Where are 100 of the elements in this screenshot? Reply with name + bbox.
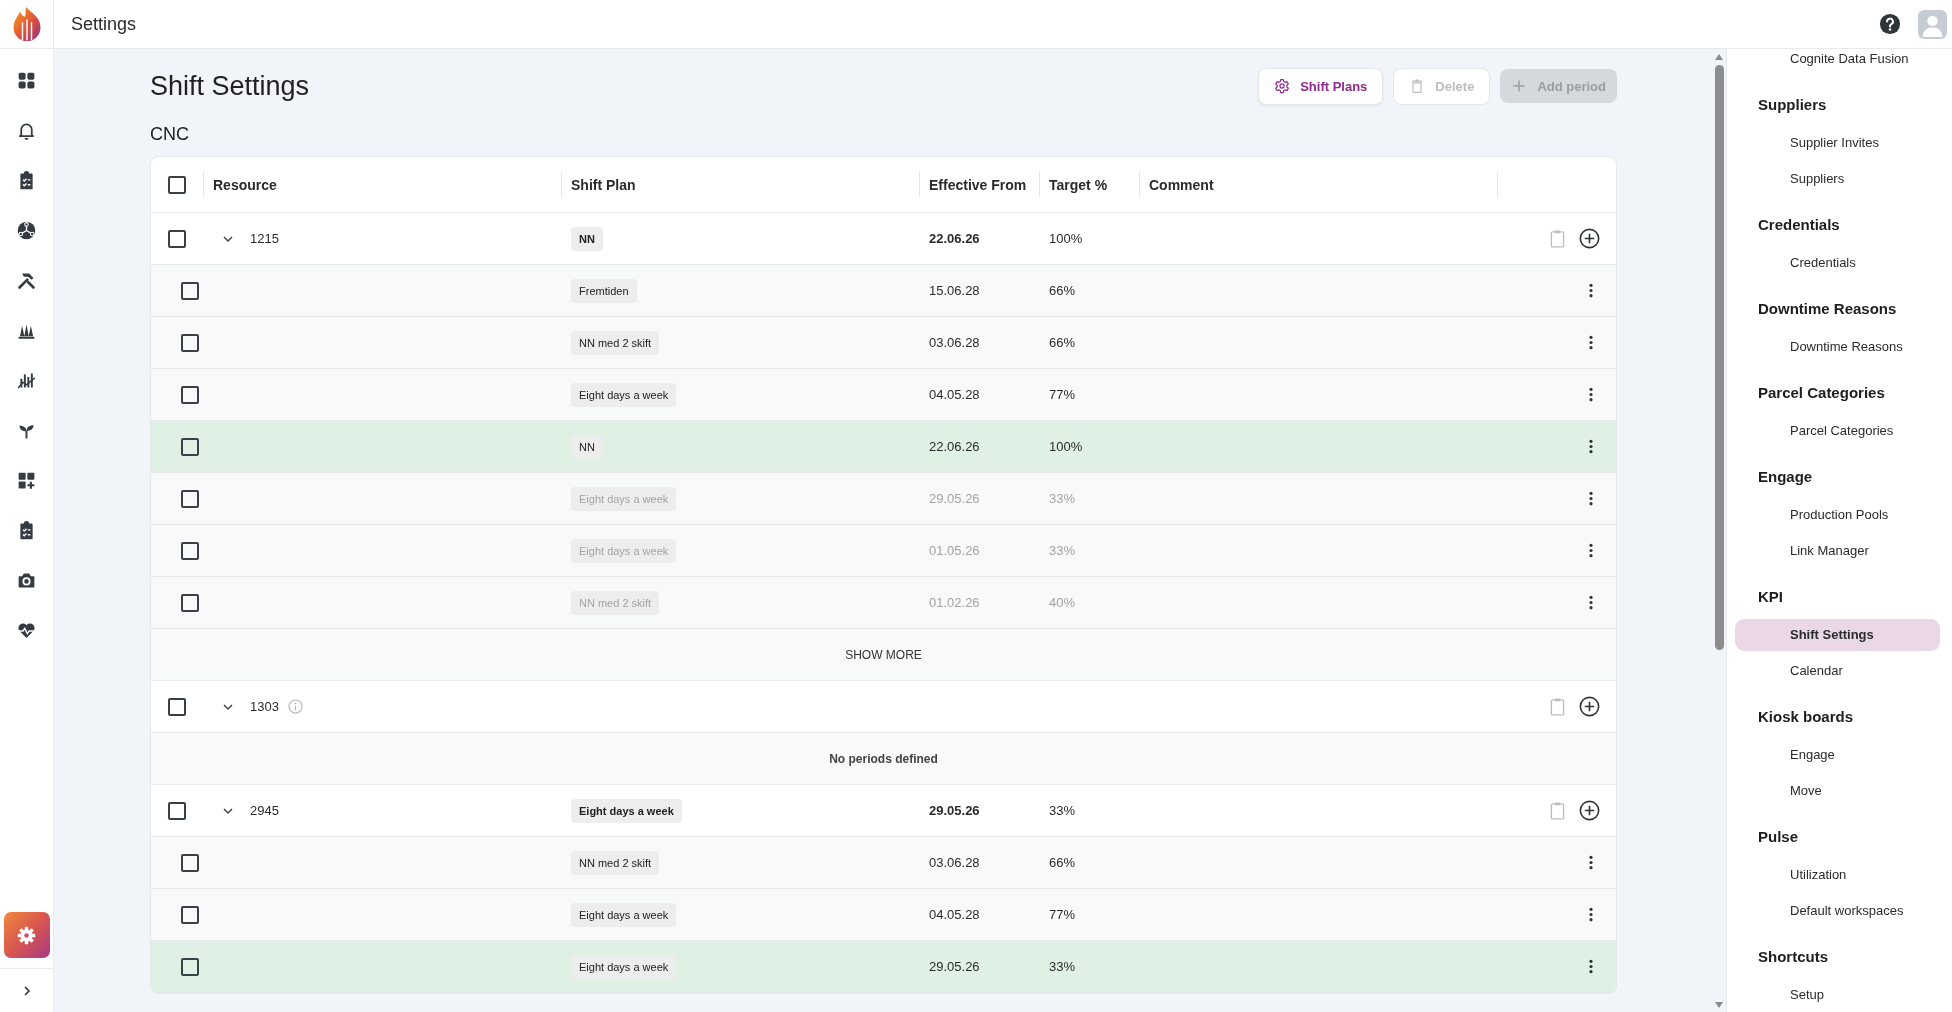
section-title: CNC <box>150 123 189 146</box>
checkbox[interactable] <box>181 489 199 508</box>
more-icon[interactable] <box>1589 855 1593 870</box>
nav-item[interactable]: Engage <box>1735 739 1940 771</box>
nav-item[interactable]: Default workspaces <box>1735 895 1940 927</box>
nav-group-title: Kiosk boards <box>1757 707 1855 727</box>
scroll-down-icon[interactable] <box>1715 1002 1723 1008</box>
more-icon[interactable] <box>1589 335 1593 350</box>
nav-item[interactable]: Calendar <box>1735 655 1940 687</box>
add-circle-icon[interactable] <box>1579 800 1600 821</box>
effective-date: 04.05.28 <box>929 387 980 402</box>
nav-item[interactable]: Production Pools <box>1735 499 1940 531</box>
clipboard-icon[interactable] <box>1550 229 1565 248</box>
column-header[interactable]: Comment <box>1139 157 1497 212</box>
app-title: Settings <box>71 13 137 35</box>
nav-group-title: Pulse <box>1757 827 1800 847</box>
target-percent: 66% <box>1049 855 1076 870</box>
target-percent: 77% <box>1049 387 1076 402</box>
checkbox[interactable] <box>168 801 186 820</box>
more-icon[interactable] <box>1589 907 1593 922</box>
shift-plan-tag: NN <box>571 226 603 251</box>
shift-plan-tag: Eight days a week <box>571 538 677 563</box>
more-icon[interactable] <box>1589 543 1593 558</box>
nav-group-title: Suppliers <box>1757 95 1828 115</box>
checkbox[interactable] <box>181 437 199 456</box>
checkbox[interactable] <box>181 905 199 924</box>
nav-item[interactable]: Parcel Categories <box>1735 415 1940 447</box>
nav-item[interactable]: Link Manager <box>1735 535 1940 567</box>
nav-item[interactable]: Supplier Invites <box>1735 127 1940 159</box>
nav-item[interactable]: Move <box>1735 775 1940 807</box>
effective-date: 22.06.26 <box>929 439 980 454</box>
help-icon[interactable] <box>1879 13 1901 35</box>
nav-group-title: Engage <box>1757 467 1814 487</box>
column-header[interactable]: Effective From <box>919 157 1039 212</box>
effective-date: 03.06.28 <box>929 855 980 870</box>
checkbox[interactable] <box>181 957 199 976</box>
checkbox[interactable] <box>181 541 199 560</box>
shift-plan-tag: Eight days a week <box>571 382 677 407</box>
shift-plan-tag: Eight days a week <box>571 954 677 979</box>
shift-plan-tag: NN med 2 skift <box>571 330 660 355</box>
scroll-up-icon[interactable] <box>1715 54 1723 60</box>
more-icon[interactable] <box>1589 439 1593 454</box>
checkbox[interactable] <box>168 175 186 194</box>
more-icon[interactable] <box>1589 595 1593 610</box>
more-icon[interactable] <box>1589 491 1593 506</box>
clipboard-icon[interactable] <box>1550 697 1565 716</box>
resource-name: 2945 <box>250 803 279 818</box>
settings-button[interactable] <box>3 912 50 958</box>
effective-date: 29.05.26 <box>929 959 980 974</box>
shift-plan-tag: NN <box>571 434 603 459</box>
clipboard-icon[interactable] <box>1550 801 1565 820</box>
nav-item[interactable]: Downtime Reasons <box>1735 331 1940 363</box>
effective-date: 01.05.26 <box>929 543 980 558</box>
checkbox[interactable] <box>181 281 199 300</box>
nav-item[interactable]: Utilization <box>1735 859 1940 891</box>
target-percent: 66% <box>1049 283 1076 298</box>
target-percent: 100% <box>1049 231 1083 246</box>
target-percent: 33% <box>1049 959 1076 974</box>
column-header[interactable]: Shift Plan <box>561 157 919 212</box>
nav-item[interactable]: Shift Settings <box>1735 619 1940 651</box>
checkbox[interactable] <box>181 593 199 612</box>
target-percent: 33% <box>1049 543 1076 558</box>
page-title: Shift Settings <box>150 70 310 102</box>
shift-plans-button[interactable]: Shift Plans <box>1258 67 1384 105</box>
shift-plan-tag: NN med 2 skift <box>571 850 660 875</box>
more-icon[interactable] <box>1589 387 1593 402</box>
column-header[interactable]: Resource <box>203 157 561 212</box>
nav-group-title: KPI <box>1757 587 1784 607</box>
checkbox[interactable] <box>168 697 186 716</box>
checkbox[interactable] <box>181 853 199 872</box>
effective-date: 01.02.26 <box>929 595 980 610</box>
checkbox[interactable] <box>181 333 199 352</box>
show-more-button[interactable]: SHOW MORE <box>845 647 922 662</box>
target-percent: 33% <box>1049 491 1076 506</box>
nav-group-title: Shortcuts <box>1757 947 1829 967</box>
target-percent: 66% <box>1049 335 1076 350</box>
effective-date: 22.06.26 <box>929 231 980 246</box>
resource-name: 1215 <box>250 231 279 246</box>
checkbox[interactable] <box>168 229 186 248</box>
hub-icon[interactable] <box>16 219 37 241</box>
column-header[interactable]: Target % <box>1039 157 1139 212</box>
nav-item[interactable]: Credentials <box>1735 247 1940 279</box>
scrollbar-thumb[interactable] <box>1714 65 1724 650</box>
checkbox[interactable] <box>181 385 199 404</box>
effective-date: 29.05.26 <box>929 491 980 506</box>
shift-plan-tag: Eight days a week <box>571 798 682 823</box>
nav-item[interactable]: Cognite Data Fusion <box>1735 49 1940 75</box>
nav-item[interactable]: Suppliers <box>1735 163 1940 195</box>
shift-plan-tag: Eight days a week <box>571 902 677 927</box>
nav-group-title: Downtime Reasons <box>1757 299 1898 319</box>
more-icon[interactable] <box>1589 283 1593 298</box>
nav-item[interactable]: Setup <box>1735 979 1940 1011</box>
effective-date: 15.06.28 <box>929 283 980 298</box>
gear-icon <box>1274 78 1291 94</box>
more-icon[interactable] <box>1589 959 1593 974</box>
target-percent: 77% <box>1049 907 1076 922</box>
add-circle-icon[interactable] <box>1579 696 1600 717</box>
target-percent: 100% <box>1049 439 1083 454</box>
shift-plan-tag: Eight days a week <box>571 486 677 511</box>
add-circle-icon[interactable] <box>1579 228 1600 249</box>
